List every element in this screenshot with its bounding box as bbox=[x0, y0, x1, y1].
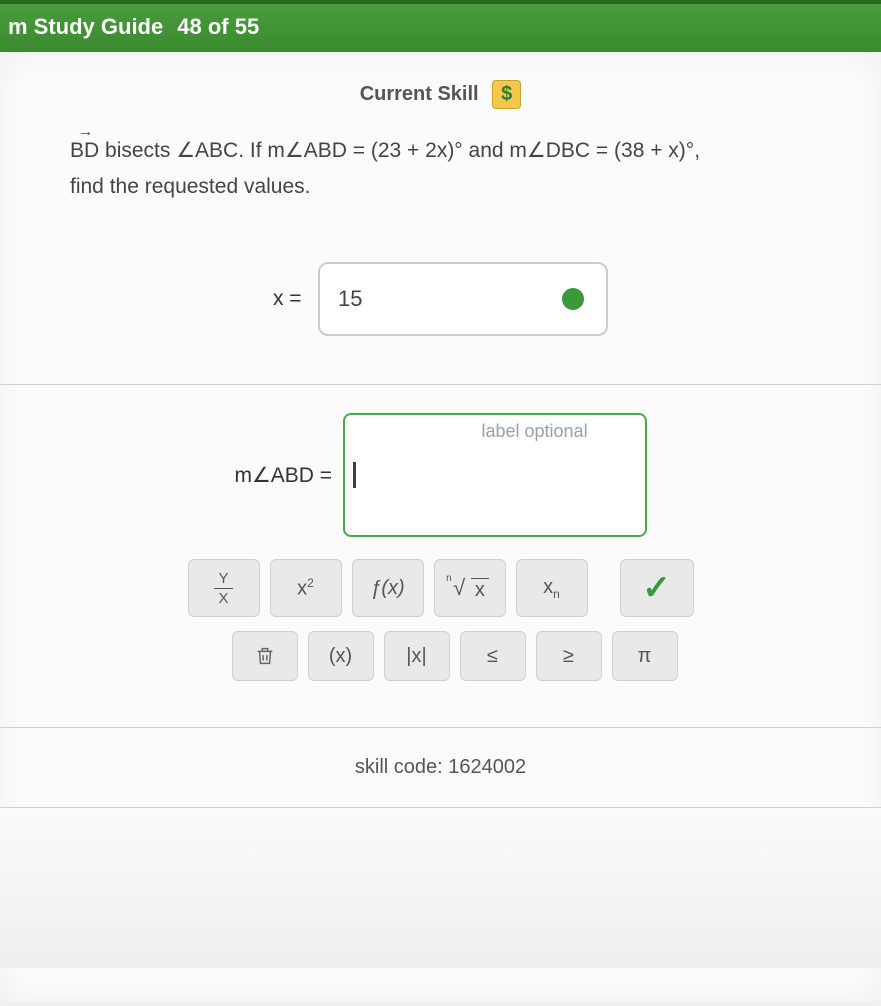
nth-root-button[interactable]: n x bbox=[434, 559, 506, 617]
function-button[interactable]: ƒ(x) bbox=[352, 559, 424, 617]
sub-sub: n bbox=[553, 587, 560, 601]
page-body: Current Skill $ BD bisects ∠ABC. If m∠AB… bbox=[0, 52, 881, 1002]
x-equals-label: x = bbox=[273, 287, 302, 311]
fraction-bottom: X bbox=[218, 589, 228, 606]
skill-code-row: skill code: 1624002 bbox=[0, 728, 881, 807]
greater-equal-button[interactable]: ≥ bbox=[536, 631, 602, 681]
problem-frag: . If m bbox=[238, 139, 285, 162]
problem-frag: = (38 + x)°, bbox=[590, 139, 700, 162]
dollar-badge[interactable]: $ bbox=[492, 80, 521, 109]
check-icon: ✓ bbox=[642, 568, 671, 608]
angle-dbc: ∠DBC bbox=[527, 139, 590, 162]
fraction-button[interactable]: Y X bbox=[188, 559, 260, 617]
problem-frag: bisects bbox=[99, 139, 176, 162]
trash-icon bbox=[254, 645, 276, 667]
subscript-button[interactable]: xn bbox=[516, 559, 588, 617]
angle-abc: ∠ABC bbox=[176, 139, 238, 162]
root-degree: n bbox=[446, 573, 452, 584]
power-button[interactable]: x2 bbox=[270, 559, 342, 617]
correct-dot-icon bbox=[562, 288, 584, 310]
skill-code-value: 1624002 bbox=[448, 756, 526, 778]
abd-input-row: m∠ABD = label optional Y X x2 ƒ(x) n x bbox=[0, 385, 881, 701]
text-cursor-icon bbox=[353, 462, 356, 488]
abd-answer-box[interactable]: label optional bbox=[343, 413, 647, 537]
power-base: x bbox=[297, 578, 307, 600]
sub-base: x bbox=[543, 576, 553, 598]
fraction-top: Y bbox=[214, 571, 232, 589]
footer-space bbox=[0, 807, 881, 968]
problem-frag: = (23 + 2x)° and m bbox=[347, 139, 527, 162]
paren-label: (x) bbox=[329, 645, 352, 668]
pi-label: π bbox=[638, 645, 652, 668]
submit-check-button[interactable]: ✓ bbox=[620, 559, 694, 617]
function-label: ƒ(x) bbox=[370, 577, 404, 600]
less-equal-button[interactable]: ≤ bbox=[460, 631, 526, 681]
abd-placeholder: label optional bbox=[345, 421, 645, 442]
abd-equals-label: m∠ABD = bbox=[234, 463, 332, 488]
power-exp: 2 bbox=[307, 576, 314, 590]
guide-title: m Study Guide bbox=[8, 14, 163, 40]
x-answer-box[interactable]: 15 bbox=[318, 262, 608, 336]
problem-text: BD bisects ∠ABC. If m∠ABD = (23 + 2x)° a… bbox=[0, 127, 881, 224]
header-bar: m Study Guide 48 of 55 bbox=[0, 0, 881, 52]
x-input-row: x = 15 bbox=[0, 224, 881, 384]
problem-line2: find the requested values. bbox=[70, 175, 311, 198]
ge-label: ≥ bbox=[563, 645, 574, 668]
current-skill-row: Current Skill $ bbox=[0, 52, 881, 127]
pi-button[interactable]: π bbox=[612, 631, 678, 681]
le-label: ≤ bbox=[487, 645, 498, 668]
current-skill-label: Current Skill bbox=[360, 83, 479, 105]
math-toolbar-row1: Y X x2 ƒ(x) n x xn ✓ bbox=[0, 559, 881, 617]
skill-code-label: skill code: bbox=[355, 756, 448, 778]
abs-label: |x| bbox=[406, 645, 426, 668]
root-radicand: x bbox=[471, 578, 489, 602]
ray-bd: BD bbox=[70, 133, 99, 169]
absolute-value-button[interactable]: |x| bbox=[384, 631, 450, 681]
parentheses-button[interactable]: (x) bbox=[308, 631, 374, 681]
math-toolbar-row2: (x) |x| ≤ ≥ π bbox=[0, 631, 881, 681]
angle-abd: ∠ABD bbox=[285, 139, 347, 162]
delete-button[interactable] bbox=[232, 631, 298, 681]
x-answer-value: 15 bbox=[338, 286, 362, 311]
progress-count: 48 of 55 bbox=[177, 14, 259, 40]
